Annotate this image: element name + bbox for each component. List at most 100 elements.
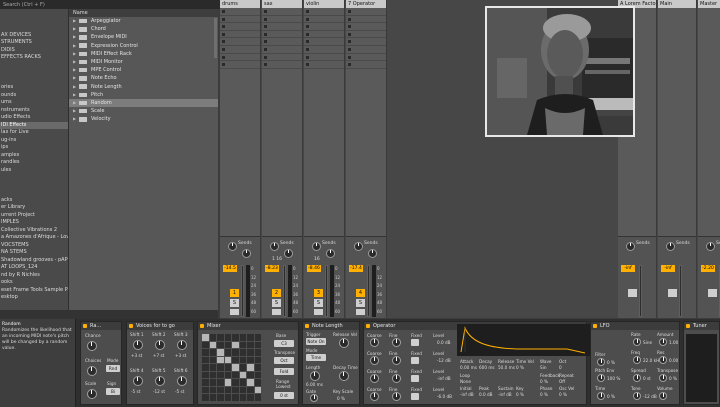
send-knob[interactable] <box>666 242 675 251</box>
solo-button[interactable]: S <box>230 299 239 307</box>
grid-cell[interactable] <box>224 371 231 378</box>
clip-stop-icon[interactable] <box>348 63 351 67</box>
arm-button[interactable] <box>314 309 323 315</box>
grid-cell[interactable] <box>217 379 224 386</box>
browser-category[interactable]: NA STEMS <box>0 249 68 257</box>
browser-scrollbar[interactable] <box>214 18 217 58</box>
device-tuner[interactable]: Tuner <box>683 321 720 405</box>
grid-cell[interactable] <box>202 371 209 378</box>
length-knob[interactable] <box>310 371 320 381</box>
grid-cell[interactable] <box>232 394 239 401</box>
track-3[interactable]: 7 Operator Sends -17.4 0 12 24 36 48 60 4 S <box>346 0 387 318</box>
grid-cell[interactable] <box>232 334 239 341</box>
release-vel-knob[interactable] <box>339 338 349 348</box>
gate-knob[interactable] <box>310 394 318 402</box>
envelope-param-value[interactable]: Off <box>559 379 565 384</box>
grid-cell[interactable] <box>239 334 246 341</box>
track-title[interactable]: 7 Operator <box>346 0 386 8</box>
grid-cell[interactable] <box>239 371 246 378</box>
return-track-1[interactable]: Main Sends -inf <box>658 0 697 318</box>
device-title[interactable]: Note Length <box>303 322 359 330</box>
clip-slot[interactable] <box>220 46 260 54</box>
grid-cell[interactable] <box>217 349 224 356</box>
grid-cell[interactable] <box>217 356 224 363</box>
clip-slot[interactable] <box>262 54 302 62</box>
grid-cell[interactable] <box>209 356 216 363</box>
grid-cell[interactable] <box>239 356 246 363</box>
grid-cell[interactable] <box>254 371 261 378</box>
browser-category[interactable] <box>0 17 68 25</box>
grid-cell[interactable] <box>224 394 231 401</box>
track-volume-value[interactable]: -2.20 <box>701 265 715 272</box>
browser-category[interactable]: lax for Live <box>0 129 68 137</box>
browser-category[interactable]: ums <box>0 99 68 107</box>
envelope-display[interactable] <box>457 324 590 356</box>
column-header-name[interactable]: Name <box>69 9 218 17</box>
grid-cell[interactable] <box>209 364 216 371</box>
grid-cell[interactable] <box>232 379 239 386</box>
clip-stop-icon[interactable] <box>306 40 309 44</box>
choices-knob[interactable] <box>87 366 97 376</box>
grid-cell[interactable] <box>247 371 254 378</box>
transpose-value[interactable]: Oct <box>274 357 294 364</box>
clip-stop-icon[interactable] <box>264 55 267 59</box>
fixed-toggle[interactable] <box>411 393 419 400</box>
track-volume-value[interactable]: -17.4 <box>349 265 363 272</box>
grid-cell[interactable] <box>202 379 209 386</box>
clip-stop-icon[interactable] <box>306 17 309 21</box>
browser-category[interactable] <box>0 77 68 85</box>
grid-cell[interactable] <box>254 349 261 356</box>
envelope-param-value[interactable]: 0.0 dB <box>479 392 493 397</box>
grid-cell[interactable] <box>232 386 239 393</box>
device-note-length[interactable]: Note Length Trigger Note On Release Vel … <box>302 321 360 405</box>
grid-cell[interactable] <box>247 364 254 371</box>
clip-slot[interactable] <box>220 54 260 62</box>
trigger-value[interactable]: Note On <box>306 338 326 345</box>
clip-slot[interactable] <box>262 8 302 16</box>
envelope-param-value[interactable]: 0 % <box>516 392 524 397</box>
grid-cell[interactable] <box>202 386 209 393</box>
browser-category[interactable]: nd by R Nichles <box>0 272 68 280</box>
track-activator-button[interactable]: 1 <box>230 289 239 297</box>
send-b-knob[interactable] <box>368 249 377 258</box>
list-item[interactable]: ▶ Note Echo <box>69 74 218 82</box>
browser-category[interactable]: ules <box>0 167 68 175</box>
fold-button[interactable]: Fold <box>274 368 294 375</box>
range-value[interactable]: 0 st <box>274 392 294 399</box>
browser-category[interactable]: a Amazones d'Afrique - Love N <box>0 234 68 242</box>
list-item[interactable]: ▶ Velocity <box>69 115 218 123</box>
clip-stop-icon[interactable] <box>306 47 309 51</box>
grid-cell[interactable] <box>209 334 216 341</box>
envelope-param-value[interactable]: 0 % <box>516 365 524 370</box>
track-activator-button[interactable] <box>668 289 677 297</box>
lfo-knob[interactable] <box>633 374 641 382</box>
device-random[interactable]: Ra... Chance Choices Scale Mode Rnd Sign… <box>80 321 122 405</box>
grid-cell[interactable] <box>224 356 231 363</box>
list-item[interactable]: ▶ Arpeggiator <box>69 17 218 25</box>
track-volume-value[interactable]: -inf <box>621 265 635 272</box>
lfo-knob[interactable] <box>659 338 667 346</box>
browser-category[interactable]: IDI Effects <box>0 121 68 129</box>
clip-slot[interactable] <box>262 46 302 54</box>
grid-cell[interactable] <box>239 394 246 401</box>
track-activator-button[interactable] <box>628 289 637 297</box>
send-a-knob[interactable] <box>312 242 321 251</box>
grid-cell[interactable] <box>247 334 254 341</box>
lfo-knob[interactable] <box>597 358 605 366</box>
device-mixer[interactable]: Mixer Base C3 Transpose Oct Fold Range L… <box>197 321 299 405</box>
grid-cell[interactable] <box>217 386 224 393</box>
clip-stop-icon[interactable] <box>264 25 267 29</box>
shift-knob[interactable] <box>177 376 187 386</box>
send-knob[interactable] <box>706 242 715 251</box>
browser-category[interactable]: STRUMENTS <box>0 39 68 47</box>
clip-slot[interactable] <box>262 61 302 69</box>
grid-cell[interactable] <box>254 379 261 386</box>
arm-button[interactable] <box>230 309 239 315</box>
clip-stop-icon[interactable] <box>264 10 267 13</box>
track-activator-button[interactable]: 2 <box>272 289 281 297</box>
grid-cell[interactable] <box>232 341 239 348</box>
clip-slot[interactable] <box>304 31 344 39</box>
browser-category[interactable]: ooks <box>0 279 68 287</box>
clip-stop-icon[interactable] <box>222 63 225 67</box>
clip-slot[interactable] <box>220 23 260 31</box>
